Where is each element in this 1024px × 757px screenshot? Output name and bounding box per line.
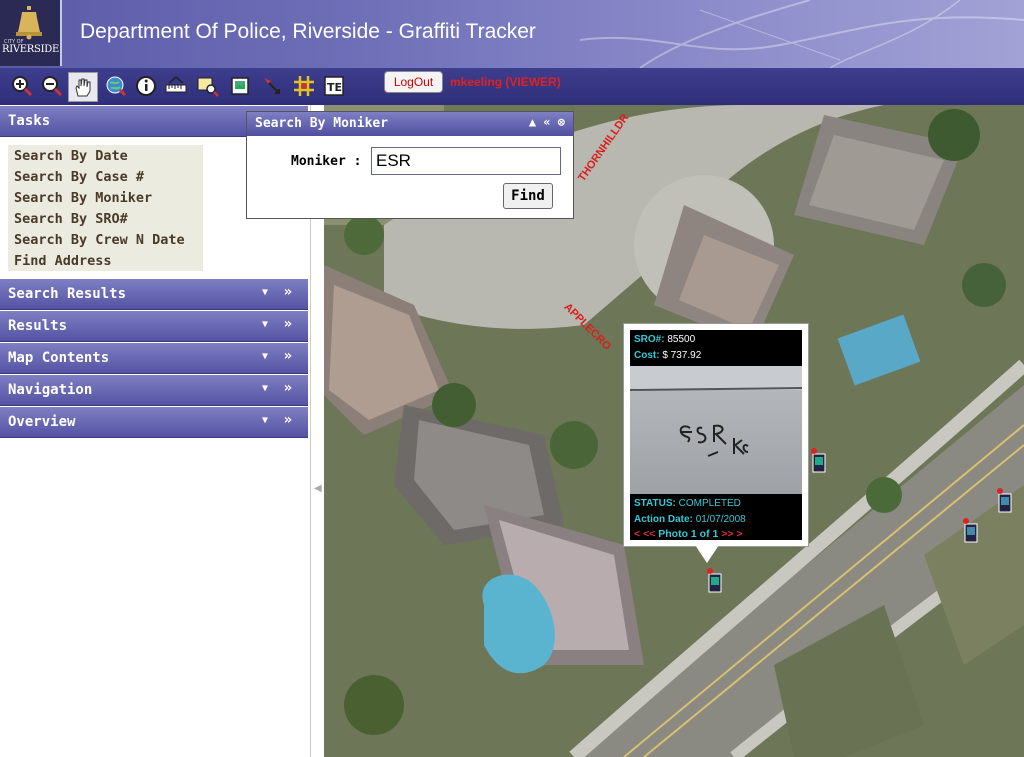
collapse-arrow-icon[interactable]: ▼	[262, 319, 268, 330]
expand-chevron-icon[interactable]: »	[284, 380, 292, 396]
graffiti-marker-icon[interactable]	[706, 568, 724, 594]
dialog-title-bar[interactable]: Search By Moniker ▲ « ⊗	[247, 112, 573, 136]
collapse-arrow-icon[interactable]: ▼	[262, 415, 268, 426]
sro-value: 85500	[667, 334, 696, 345]
popup-header: SRO#: 85500 Cost: $ 737.92	[630, 330, 802, 366]
print-icon[interactable]	[228, 74, 252, 98]
expand-chevron-icon[interactable]: »	[284, 412, 292, 428]
status-label: STATUS:	[634, 498, 676, 509]
prev-photo-button[interactable]: < <<	[634, 528, 655, 540]
graffiti-marker-icon[interactable]	[962, 518, 980, 544]
popup-footer: STATUS: COMPLETED Action Date: 01/07/200…	[630, 494, 802, 540]
search-results-panel-header[interactable]: Search Results ▼ »	[0, 279, 308, 310]
moniker-label: Moniker :	[291, 154, 362, 169]
panel-title: Overview	[8, 414, 76, 430]
pan-hand-icon[interactable]	[68, 72, 98, 102]
collapse-up-icon[interactable]: ▲	[529, 115, 536, 129]
logo-city-name: RIVERSIDE	[2, 44, 59, 55]
find-button[interactable]: Find	[503, 183, 553, 209]
panel-title: Navigation	[8, 382, 93, 398]
cost-row: Cost: $ 737.92	[634, 350, 701, 361]
dialog-title: Search By Moniker	[255, 116, 389, 131]
task-search-by-case[interactable]: Search By Case #	[14, 169, 144, 185]
action-date-row: Action Date: 01/07/2008	[634, 514, 746, 525]
header-map-decoration	[580, 0, 1024, 68]
city-logo: CITY OF RIVERSIDE	[0, 0, 62, 66]
map-contents-panel-header[interactable]: Map Contents ▼ »	[0, 343, 308, 374]
bell-icon	[16, 6, 42, 40]
navigation-panel-header[interactable]: Navigation ▼ »	[0, 375, 308, 406]
close-icon[interactable]: ⊗	[558, 115, 565, 129]
panel-title: Map Contents	[8, 350, 110, 366]
task-search-by-sro[interactable]: Search By SRO#	[14, 211, 128, 227]
collapse-arrow-icon[interactable]: ▼	[262, 351, 268, 362]
action-date-label: Action Date:	[634, 514, 693, 525]
photo-pager: < << Photo 1 of 1 >> >	[634, 528, 743, 540]
cost-value: $ 737.92	[662, 350, 702, 361]
task-search-by-moniker[interactable]: Search By Moniker	[14, 190, 152, 206]
task-search-by-date[interactable]: Search By Date	[14, 148, 128, 164]
select-pointer-icon[interactable]	[260, 74, 284, 98]
panel-title: Search Results	[8, 286, 127, 302]
expand-chevron-icon[interactable]: »	[284, 284, 292, 300]
sro-label: SRO#:	[634, 334, 665, 345]
moniker-input[interactable]	[371, 147, 561, 175]
panel-title: Results	[8, 318, 68, 334]
photo-counter: Photo 1 of 1	[658, 528, 719, 540]
dock-left-icon[interactable]: «	[543, 115, 550, 129]
grid-icon[interactable]	[292, 74, 316, 98]
splitter-grip-icon[interactable]: ◀	[314, 483, 322, 494]
svg-text:TE: TE	[327, 81, 342, 94]
task-find-address[interactable]: Find Address	[14, 253, 112, 269]
overview-panel-header[interactable]: Overview ▼ »	[0, 407, 308, 438]
tasks-list: Search By Date Search By Case # Search B…	[8, 145, 203, 271]
results-panel-header[interactable]: Results ▼ »	[0, 311, 308, 342]
identify-icon[interactable]	[134, 74, 158, 98]
current-user-label: mkeeling (VIEWER)	[450, 75, 561, 89]
expand-chevron-icon[interactable]: »	[284, 348, 292, 364]
action-date-value: 01/07/2008	[695, 514, 746, 525]
full-extent-icon[interactable]	[104, 74, 128, 98]
next-photo-button[interactable]: >> >	[721, 528, 742, 540]
app-title: Department Of Police, Riverside - Graffi…	[80, 20, 536, 43]
collapse-arrow-icon[interactable]: ▼	[262, 287, 268, 298]
tasks-panel-title: Tasks	[8, 113, 51, 129]
zoom-in-icon[interactable]	[10, 74, 34, 98]
logout-button[interactable]: LogOut	[384, 71, 443, 93]
cost-label: Cost:	[634, 350, 660, 361]
app-header: CITY OF RIVERSIDE Department Of Police, …	[0, 0, 1024, 68]
sro-row: SRO#: 85500	[634, 334, 695, 345]
collapse-arrow-icon[interactable]: ▼	[262, 383, 268, 394]
text-tool-icon[interactable]: TE	[322, 74, 346, 98]
status-row: STATUS: COMPLETED	[634, 498, 741, 509]
graffiti-marker-icon[interactable]	[810, 448, 828, 474]
task-search-by-crew-date[interactable]: Search By Crew N Date	[14, 232, 185, 248]
expand-chevron-icon[interactable]: »	[284, 316, 292, 332]
graffiti-photo[interactable]	[630, 366, 802, 494]
popup-pointer	[695, 545, 719, 563]
incident-popup: SRO#: 85500 Cost: $ 737.92 STATUS: COMPL…	[623, 323, 809, 547]
status-value: COMPLETED	[678, 498, 741, 509]
dialog-controls: ▲ « ⊗	[529, 115, 565, 129]
measure-icon[interactable]	[164, 74, 188, 98]
search-by-moniker-dialog: Search By Moniker ▲ « ⊗ Moniker : Find	[246, 111, 574, 219]
zoom-to-selection-icon[interactable]	[196, 74, 220, 98]
zoom-out-icon[interactable]	[40, 74, 64, 98]
graffiti-marker-icon[interactable]	[996, 488, 1014, 514]
